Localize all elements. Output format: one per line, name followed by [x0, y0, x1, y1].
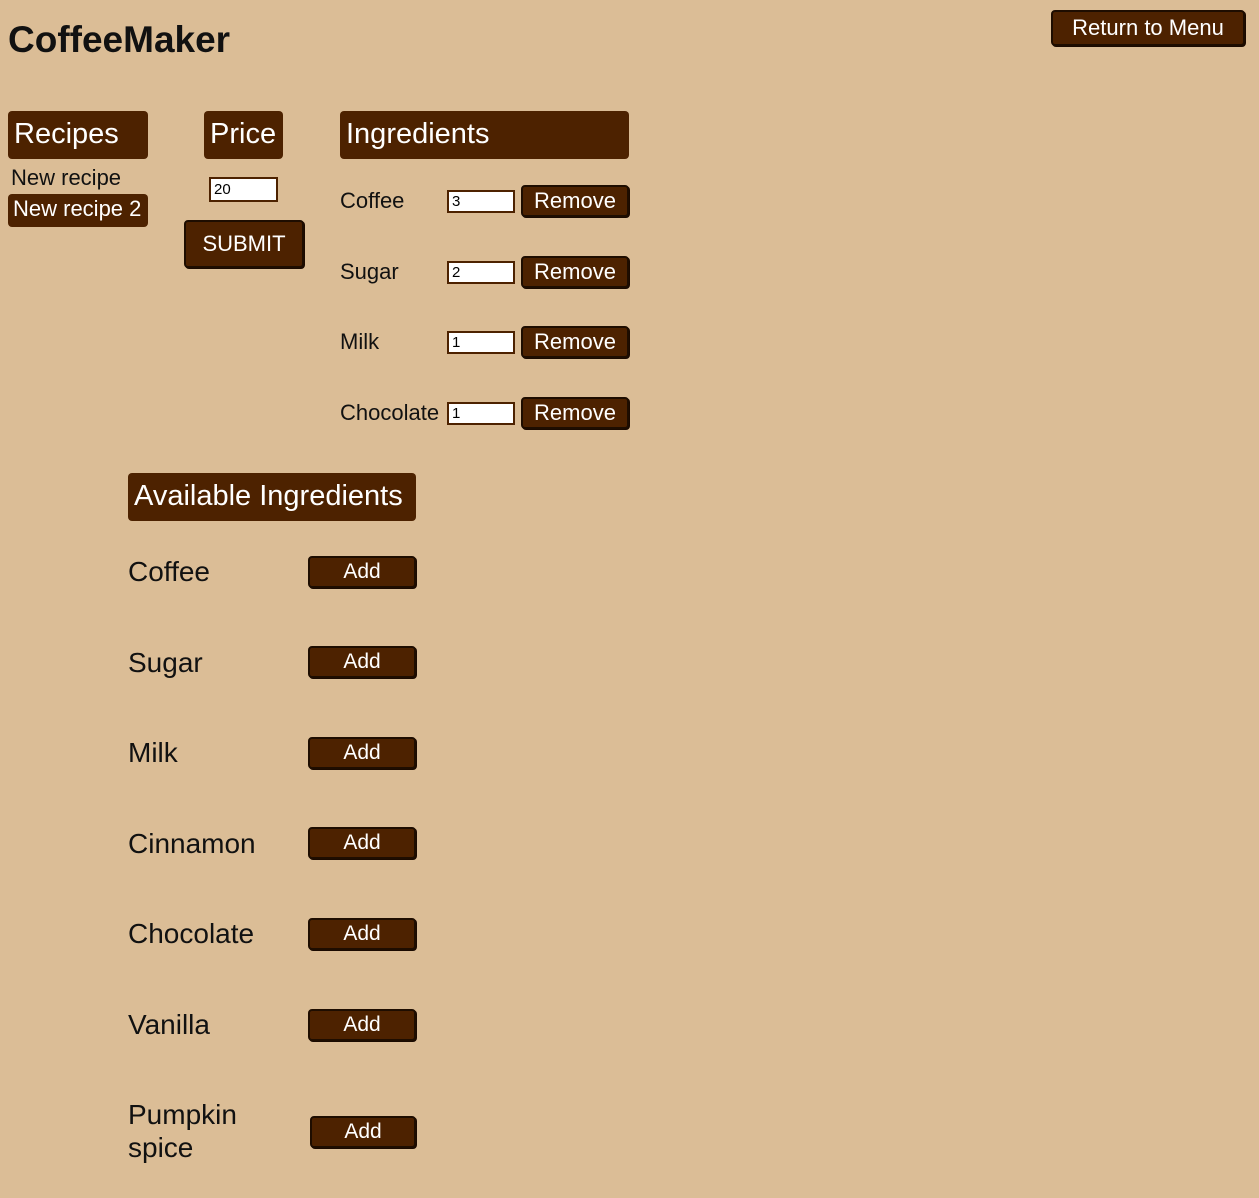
available-ingredient-name: Cinnamon [128, 828, 256, 859]
ingredient-name: Sugar [340, 259, 399, 284]
app-title: CoffeeMaker [8, 19, 231, 60]
add-button[interactable]: Add [308, 827, 416, 859]
ingredient-amount-input[interactable] [447, 261, 515, 284]
ingredient-name: Coffee [340, 188, 405, 213]
recipe-item-selected[interactable]: New recipe 2 [8, 194, 148, 227]
available-ingredients-header: Available Ingredients [128, 473, 416, 521]
ingredient-amount-input[interactable] [447, 190, 515, 213]
price-input[interactable] [209, 177, 278, 202]
available-ingredient-name: Pumpkin spice [128, 1099, 237, 1163]
submit-button[interactable]: SUBMIT [184, 220, 304, 268]
coffeemaker-page: CoffeeMaker Return to Menu Recipes New r… [0, 0, 1259, 1198]
add-button[interactable]: Add [308, 737, 416, 769]
remove-button[interactable]: Remove [521, 397, 629, 429]
ingredient-row-milk: Milk Remove [340, 326, 630, 358]
return-to-menu-button[interactable]: Return to Menu [1051, 10, 1245, 46]
ingredient-amount-input[interactable] [447, 331, 515, 354]
ingredient-row-chocolate: Chocolate Remove [340, 397, 630, 429]
ingredient-name: Chocolate [340, 400, 440, 425]
available-ingredient-name: Coffee [128, 556, 210, 587]
add-button[interactable]: Add [310, 1116, 416, 1148]
add-button[interactable]: Add [308, 918, 416, 950]
add-button[interactable]: Add [308, 646, 416, 678]
ingredient-amount-input[interactable] [447, 402, 515, 425]
add-button[interactable]: Add [308, 556, 416, 588]
ingredients-header: Ingredients [340, 111, 629, 159]
ingredient-row-coffee: Coffee Remove [340, 185, 630, 217]
remove-button[interactable]: Remove [521, 326, 629, 358]
remove-button[interactable]: Remove [521, 256, 629, 288]
ingredient-name: Milk [340, 329, 380, 354]
add-button[interactable]: Add [308, 1009, 416, 1041]
recipe-item[interactable]: New recipe [8, 163, 121, 193]
remove-button[interactable]: Remove [521, 185, 629, 217]
ingredient-row-sugar: Sugar Remove [340, 256, 630, 288]
price-header: Price [204, 111, 283, 159]
available-ingredient-name: Chocolate [128, 918, 255, 949]
available-ingredient-name: Sugar [128, 647, 203, 678]
available-ingredient-name: Milk [128, 737, 178, 768]
recipes-header: Recipes [8, 111, 148, 159]
available-ingredient-name: Vanilla [128, 1009, 210, 1040]
